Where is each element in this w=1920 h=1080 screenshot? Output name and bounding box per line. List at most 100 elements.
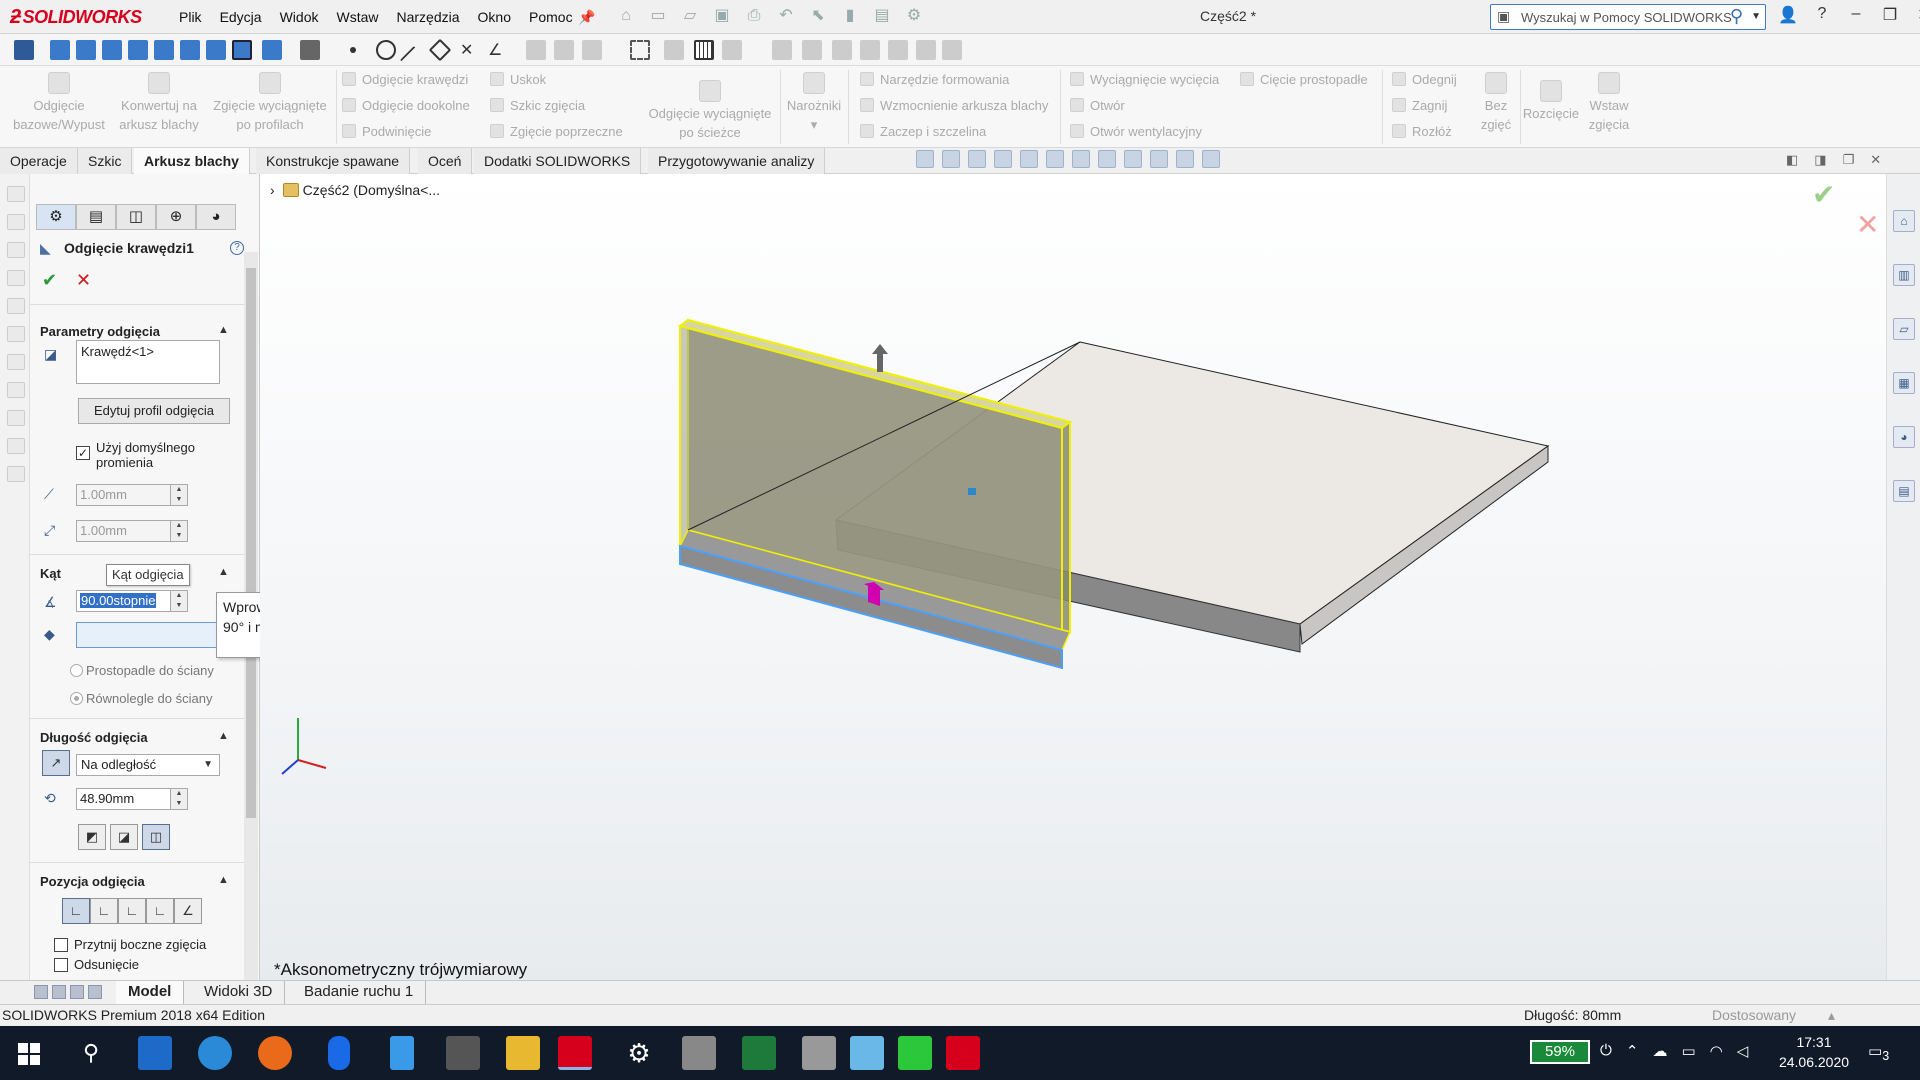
menu-plik[interactable]: Plik xyxy=(170,9,211,25)
point-icon[interactable] xyxy=(350,47,356,53)
length-end-condition-select[interactable]: Na odległość ▼ xyxy=(76,754,220,776)
power-plug-icon[interactable]: ⏻ xyxy=(1600,1042,1612,1060)
settings-gear-icon[interactable]: ⚙ xyxy=(622,1036,656,1070)
tool-icon[interactable] xyxy=(802,1036,836,1070)
direction-handle-arrow[interactable] xyxy=(872,344,888,354)
flatten-button[interactable]: Rozłóż xyxy=(1392,124,1452,139)
flange-angle-value[interactable]: 90.00stopnie xyxy=(80,593,157,608)
sheet-metal-gusset-button[interactable]: Wzmocnienie arkusza blachy xyxy=(860,98,1048,113)
base-flange-button[interactable]: Odgięcie bazowe/Wypust xyxy=(6,72,112,134)
material-outside-icon[interactable]: ∟ xyxy=(90,898,118,924)
sketched-bend-button[interactable]: Szkic zgięcia xyxy=(490,98,585,113)
undo-icon[interactable]: ↶ xyxy=(775,5,797,27)
view-iso-icon[interactable] xyxy=(206,40,226,60)
feature-icon[interactable] xyxy=(7,186,25,202)
spin-arrows[interactable]: ▲ ▼ xyxy=(170,484,188,506)
menu-edycja[interactable]: Edycja xyxy=(211,9,271,25)
grid-icon[interactable] xyxy=(694,40,714,60)
home-icon[interactable]: ⌂ xyxy=(1893,210,1915,232)
custom-properties-icon[interactable]: ▤ xyxy=(1893,480,1915,502)
new-document-icon[interactable]: ▭ xyxy=(647,5,669,27)
material-inside-icon[interactable]: ∟ xyxy=(62,898,90,924)
print-icon[interactable]: ⎙ xyxy=(743,5,765,27)
home-icon[interactable]: ⌂ xyxy=(615,5,637,27)
view-dimetric-icon[interactable] xyxy=(232,40,252,60)
trim-side-bends-checkbox[interactable] xyxy=(54,938,68,952)
toolbar-icon[interactable] xyxy=(832,40,852,60)
volume-icon[interactable]: ◁ xyxy=(1737,1042,1749,1060)
battery-indicator[interactable]: 59% xyxy=(1530,1040,1590,1064)
miter-flange-button[interactable]: Odgięcie dookolne xyxy=(342,98,470,113)
windows-start-icon[interactable] xyxy=(18,1043,40,1065)
trim-icon[interactable]: ✕ xyxy=(460,40,480,60)
clock[interactable]: 17:31 24.06.2020 xyxy=(1774,1032,1854,1072)
jog-button[interactable]: Uskok xyxy=(490,72,546,87)
reverse-direction-icon[interactable]: ↗ xyxy=(42,750,70,776)
configuration-manager-tab-icon[interactable]: ◫ xyxy=(116,204,156,230)
pm-scrollbar-thumb[interactable] xyxy=(246,268,256,818)
chevron-up-icon[interactable]: ⌃ xyxy=(1626,1042,1639,1060)
cancel-button[interactable]: ✕ xyxy=(76,270,91,291)
close-doc-icon[interactable]: ✕ xyxy=(1870,152,1881,168)
feature-icon[interactable] xyxy=(7,410,25,426)
tile-left-icon[interactable]: ◧ xyxy=(1786,152,1798,168)
edit-appearance-icon[interactable] xyxy=(1124,150,1142,168)
use-default-radius-checkbox[interactable]: ✓ xyxy=(76,446,90,460)
direction-handle[interactable] xyxy=(877,352,883,372)
dim-xpert-tab-icon[interactable]: ⊕ xyxy=(156,204,196,230)
display-manager-tab-icon[interactable]: ◕ xyxy=(196,204,236,230)
menu-widok[interactable]: Widok xyxy=(271,9,328,25)
solidworks-2018-icon[interactable] xyxy=(946,1036,980,1070)
previous-view-icon[interactable] xyxy=(968,150,986,168)
menu-pomoc[interactable]: Pomoc xyxy=(520,9,582,25)
chevron-up-icon[interactable]: ▲ xyxy=(218,730,229,742)
chevron-up-icon[interactable]: ▲ xyxy=(218,324,229,336)
toolbar-icon[interactable] xyxy=(554,40,574,60)
tab-dodatki[interactable]: Dodatki SOLIDWORKS xyxy=(474,148,642,174)
display-style-icon[interactable] xyxy=(1072,150,1090,168)
feature-icon[interactable] xyxy=(7,354,25,370)
view-right-icon[interactable] xyxy=(128,40,148,60)
dynamic-annotation-icon[interactable] xyxy=(1020,150,1038,168)
help-search-input[interactable]: Wyszukaj w Pomocy SOLIDWORKS xyxy=(1521,10,1732,25)
zoom-to-fit-icon[interactable] xyxy=(916,150,934,168)
tab-widoki-3d[interactable]: Widoki 3D xyxy=(192,981,286,1005)
feature-icon[interactable] xyxy=(7,270,25,286)
last-tab-icon[interactable] xyxy=(88,985,102,999)
bluetooth-icon[interactable] xyxy=(328,1036,350,1070)
view-trimetric-icon[interactable] xyxy=(262,40,282,60)
toolbar-icon[interactable] xyxy=(916,40,936,60)
file-explorer-icon[interactable] xyxy=(506,1036,540,1070)
circle-icon[interactable] xyxy=(376,40,396,60)
notifications-icon[interactable]: ▭3 xyxy=(1868,1042,1889,1063)
toolbar-icon[interactable] xyxy=(722,40,742,60)
view-settings-icon[interactable] xyxy=(1176,150,1194,168)
pin-icon[interactable]: 📌 xyxy=(578,9,595,26)
select-icon[interactable]: ⬉ xyxy=(807,5,829,27)
toolbar-icon[interactable] xyxy=(772,40,792,60)
section-length-title[interactable]: Długość odgięcia xyxy=(40,730,148,745)
virtual-sharp-icon[interactable]: ∟ xyxy=(146,898,174,924)
toolbar-icon[interactable] xyxy=(942,40,962,60)
tab-konstrukcje-spawane[interactable]: Konstrukcje spawane xyxy=(256,148,411,174)
view-left-icon[interactable] xyxy=(102,40,122,60)
gap-distance-input[interactable]: 1.00mm ▲ ▼ xyxy=(76,520,188,542)
outer-virtual-sharp-icon[interactable]: ◩ xyxy=(78,824,106,850)
feature-icon[interactable] xyxy=(7,466,25,482)
offset-checkbox[interactable] xyxy=(54,958,68,972)
appearances-icon[interactable]: ◕ xyxy=(1893,426,1915,448)
help-search-box[interactable]: ▣ Wyszukaj w Pomocy SOLIDWORKS ⚲ ▼ xyxy=(1490,4,1766,30)
save-icon[interactable]: ▣ xyxy=(711,5,733,27)
feature-icon[interactable] xyxy=(7,438,25,454)
tab-model[interactable]: Model xyxy=(116,981,185,1005)
tangent-to-bend-icon[interactable]: ∠ xyxy=(174,898,202,924)
search-icon[interactable]: ⚲ xyxy=(1730,6,1743,27)
user-icon[interactable]: 👤 xyxy=(1778,5,1798,25)
phone-icon[interactable] xyxy=(390,1036,414,1070)
inner-virtual-sharp-icon[interactable]: ◪ xyxy=(110,824,138,850)
tab-przygotowywanie-analizy[interactable]: Przygotowywanie analizy xyxy=(648,148,826,174)
anchor-icon[interactable] xyxy=(14,40,34,60)
rebuild-icon[interactable]: ▮ xyxy=(839,5,861,27)
extruded-cut-button[interactable]: Wyciągnięcie wycięcia xyxy=(1070,72,1219,87)
hole-button[interactable]: Otwór xyxy=(1070,98,1125,113)
